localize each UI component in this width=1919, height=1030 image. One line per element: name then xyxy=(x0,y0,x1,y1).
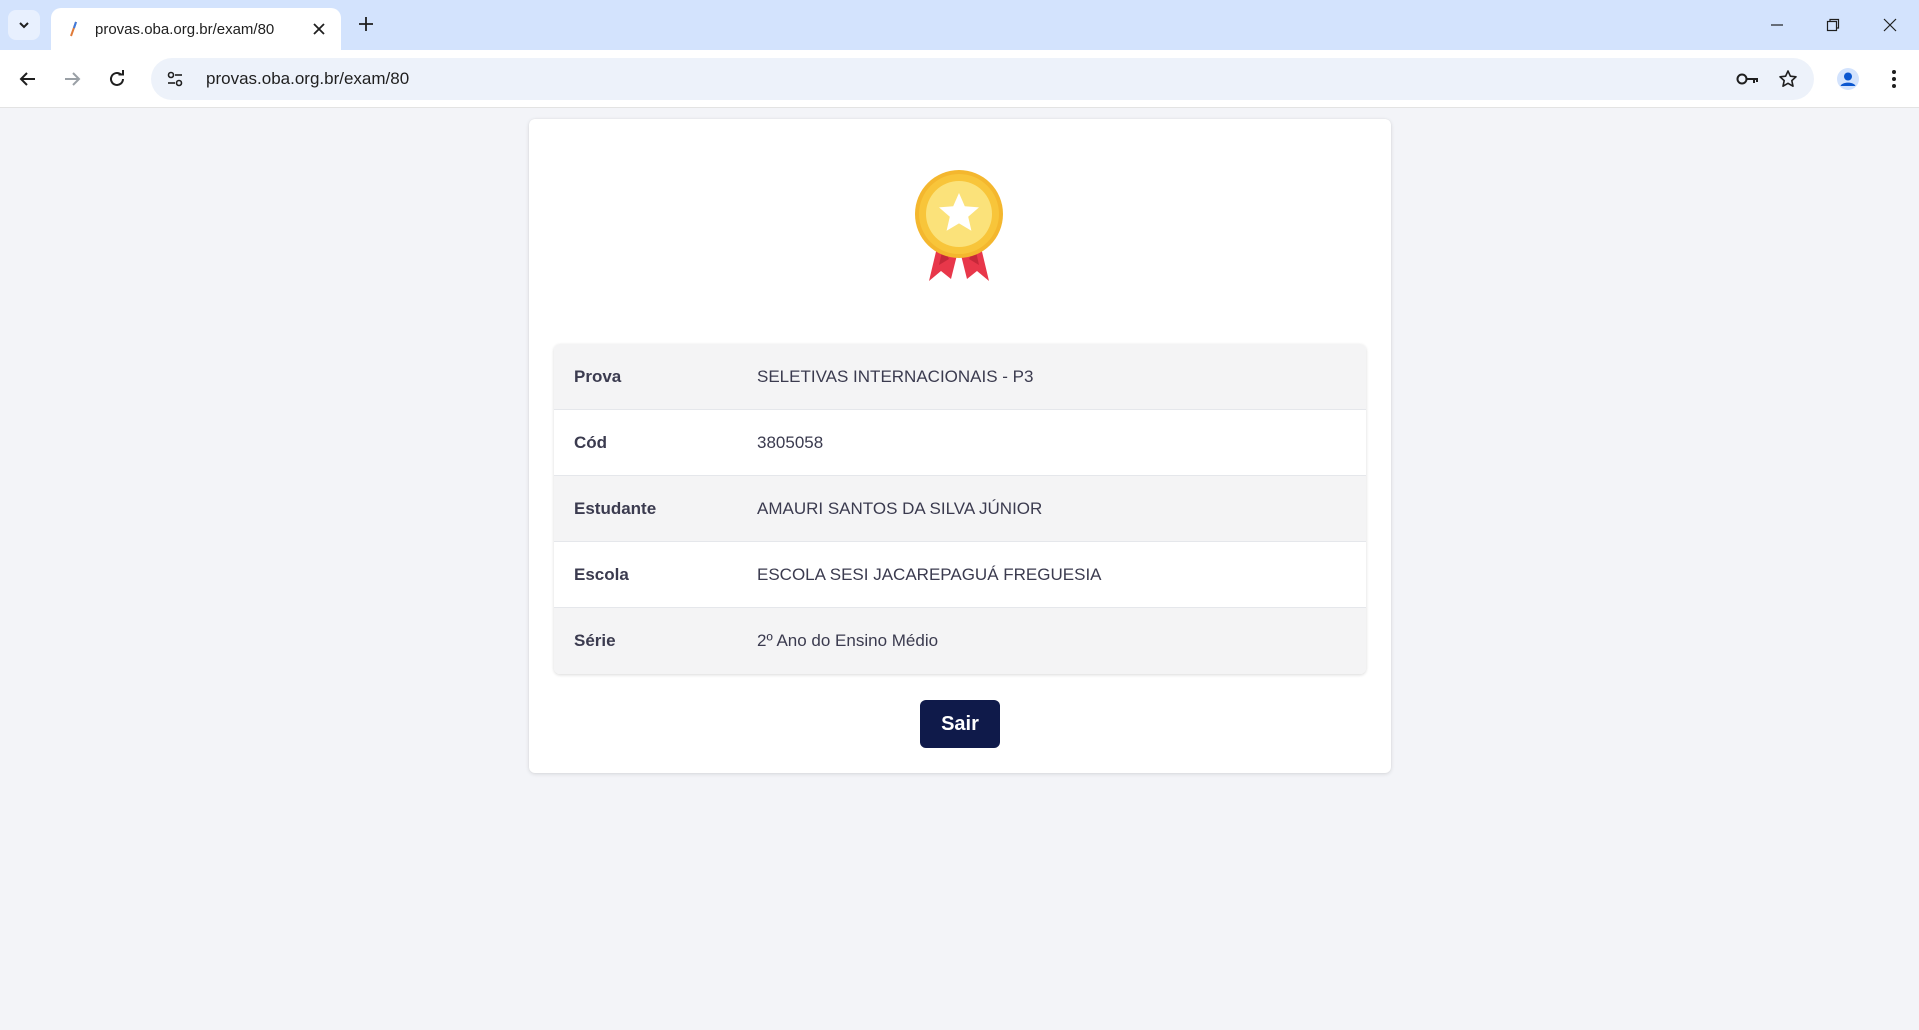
row-value: ESCOLA SESI JACAREPAGUÁ FREGUESIA xyxy=(757,564,1102,584)
close-window-button[interactable] xyxy=(1870,10,1910,40)
table-row-serie: Série 2º Ano do Ensino Médio xyxy=(554,608,1366,674)
tab-search-button[interactable] xyxy=(8,10,40,40)
exam-info-table: Prova SELETIVAS INTERNACIONAIS - P3 Cód … xyxy=(554,344,1366,674)
row-label: Série xyxy=(574,631,616,650)
row-value: 2º Ano do Ensino Médio xyxy=(757,631,939,650)
table-row-escola: Escola ESCOLA SESI JACAREPAGUÁ FREGUESIA xyxy=(554,542,1366,608)
row-value: SELETIVAS INTERNACIONAIS - P3 xyxy=(757,366,1034,386)
row-value: 3805058 xyxy=(757,432,824,452)
more-vert-icon xyxy=(1892,70,1896,88)
url-text[interactable]: provas.oba.org.br/exam/80 xyxy=(206,69,1732,89)
back-button[interactable] xyxy=(12,63,44,95)
browser-menu-button[interactable] xyxy=(1878,63,1910,95)
reload-icon xyxy=(110,70,124,86)
row-label: Cód xyxy=(574,432,608,452)
table-row-prova: Prova SELETIVAS INTERNACIONAIS - P3 xyxy=(554,344,1366,410)
restore-icon xyxy=(1826,18,1840,32)
exam-result-card: Prova SELETIVAS INTERNACIONAIS - P3 Cód … xyxy=(529,119,1391,773)
close-tab-icon[interactable] xyxy=(307,17,331,41)
browser-tab-bar: provas.oba.org.br/exam/80 xyxy=(0,0,1919,50)
address-bar[interactable]: provas.oba.org.br/exam/80 xyxy=(151,58,1814,100)
arrow-right-icon xyxy=(65,72,81,86)
row-label: Prova xyxy=(574,366,622,386)
exit-button[interactable]: Sair xyxy=(920,700,1000,748)
site-settings-icon[interactable] xyxy=(160,64,190,94)
password-key-icon[interactable] xyxy=(1732,63,1764,95)
row-value: AMAURI SANTOS DA SILVA JÚNIOR xyxy=(757,498,1043,518)
forward-button[interactable] xyxy=(56,63,88,95)
close-icon xyxy=(1883,18,1897,32)
tab-title: provas.oba.org.br/exam/80 xyxy=(95,20,275,38)
medal-icon xyxy=(915,170,1003,281)
profile-button[interactable] xyxy=(1832,63,1864,95)
row-label: Estudante xyxy=(574,498,657,518)
minimize-icon xyxy=(1771,24,1783,26)
site-favicon-icon xyxy=(66,21,82,37)
avatar-icon xyxy=(1837,68,1859,90)
restore-button[interactable] xyxy=(1813,10,1853,40)
browser-tab[interactable]: provas.oba.org.br/exam/80 xyxy=(51,8,341,50)
table-row-cod: Cód 3805058 xyxy=(554,410,1366,476)
browser-toolbar: provas.oba.org.br/exam/80 xyxy=(0,50,1919,108)
new-tab-button[interactable] xyxy=(352,10,380,38)
plus-icon xyxy=(359,17,373,31)
table-row-estudante: Estudante AMAURI SANTOS DA SILVA JÚNIOR xyxy=(554,476,1366,542)
minimize-button[interactable] xyxy=(1757,10,1797,40)
bookmark-star-icon[interactable] xyxy=(1772,63,1804,95)
reload-button[interactable] xyxy=(101,63,133,95)
row-label: Escola xyxy=(574,564,629,584)
chevron-down-icon xyxy=(19,22,29,29)
arrow-left-icon xyxy=(19,72,35,86)
